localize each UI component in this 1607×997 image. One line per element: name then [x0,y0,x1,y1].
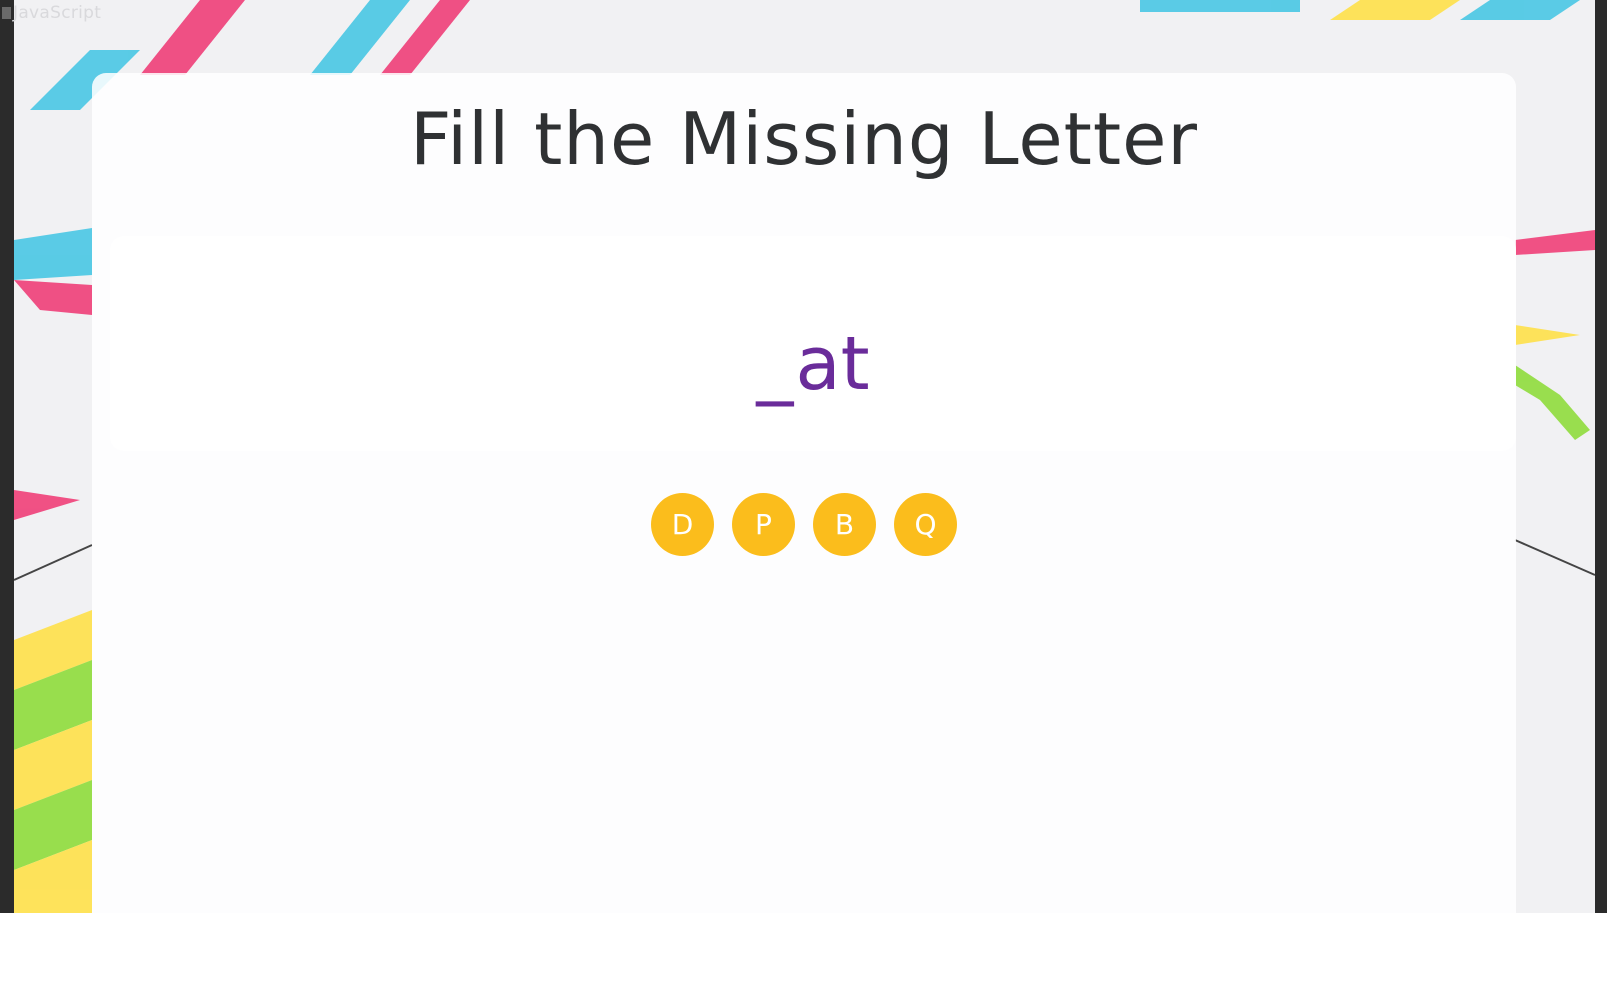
letter-option-b[interactable]: B [813,493,876,556]
page-title: Fill the Missing Letter [410,97,1198,181]
missing-letter-blank: _ [756,321,796,407]
word-panel: _at [110,236,1516,451]
word-rest: at [795,321,870,407]
game-card: Fill the Missing Letter _at DPBQ [92,73,1516,913]
tab-title: JavaScript [13,3,102,23]
game-stage: JavaScript Fill the Missing Letter _at D… [0,0,1607,913]
letter-options: DPBQ [92,493,1516,557]
letter-option-p[interactable]: P [732,493,795,556]
window-edge-right [1595,0,1607,913]
window-edge-left [0,0,14,913]
puzzle-word: _at [110,321,1516,407]
letter-option-q[interactable]: Q [894,493,957,556]
browser-tab[interactable]: JavaScript [2,3,101,23]
letter-option-d[interactable]: D [651,493,714,556]
file-icon [2,7,11,19]
